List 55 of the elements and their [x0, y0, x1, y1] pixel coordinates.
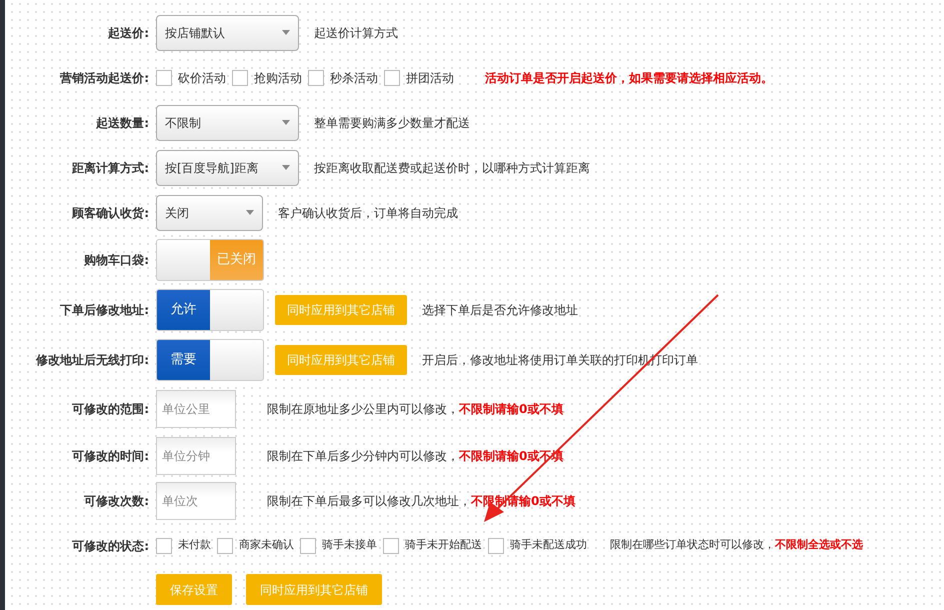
- checkbox[interactable]: [300, 538, 316, 554]
- checkbox-label[interactable]: 未付款: [178, 537, 211, 554]
- checkbox[interactable]: [308, 70, 324, 86]
- checkbox[interactable]: [156, 70, 172, 86]
- field-label: 可修改的范围:: [71, 401, 149, 418]
- input-field[interactable]: 单位公里: [156, 390, 236, 428]
- hint-text: 限制在原地址多少公里内可以修改，: [267, 401, 459, 418]
- hint-text: 限制在下单后最多可以修改几次地址，: [267, 492, 471, 510]
- checkbox-label[interactable]: 骑手未接单: [322, 537, 377, 554]
- checkbox[interactable]: [384, 70, 400, 86]
- field-label: 可修改的状态:: [71, 538, 149, 554]
- caret-icon: [282, 30, 290, 35]
- select-dropdown[interactable]: 关闭: [156, 194, 263, 230]
- input-field[interactable]: 单位分钟: [156, 436, 236, 474]
- select-dropdown[interactable]: 按店铺默认: [156, 14, 299, 50]
- hint-text: 客户确认收货后，订单将自动完成: [278, 204, 458, 222]
- select-dropdown[interactable]: 按[百度导航]距离: [156, 150, 299, 186]
- checkbox[interactable]: [232, 70, 248, 86]
- warning-text: 不限制全选或不选: [775, 537, 863, 554]
- checkbox[interactable]: [383, 538, 399, 554]
- warning-text: 活动订单是否开启起送价，如果需要请选择相应活动。: [485, 70, 773, 86]
- checkbox-label[interactable]: 砍价活动: [178, 68, 226, 86]
- hint-text: 起送价计算方式: [314, 24, 398, 42]
- toggle-switch[interactable]: 允许: [156, 289, 264, 331]
- hint-text: 选择下单后是否允许修改地址: [422, 302, 578, 319]
- input-field[interactable]: 单位次: [156, 482, 236, 520]
- field-label: 购物车口袋:: [82, 252, 149, 269]
- checkbox[interactable]: [488, 538, 504, 554]
- caret-icon: [282, 165, 290, 170]
- field-label: 距离计算方式:: [71, 160, 149, 176]
- checkbox-label[interactable]: 秒杀活动: [330, 68, 378, 86]
- checkbox-label[interactable]: 抢购活动: [254, 68, 302, 86]
- hint-text: 整单需要购满多少数量才配送: [314, 114, 470, 132]
- field-label: 起送价:: [107, 24, 149, 42]
- checkbox-label[interactable]: 拼团活动: [406, 68, 454, 86]
- checkbox-label[interactable]: 骑手未配送成功: [510, 537, 587, 554]
- hint-text: 限制在哪些订单状态时可以修改，: [610, 537, 775, 554]
- checkbox[interactable]: [217, 538, 233, 554]
- field-label: 顾客确认收货:: [70, 204, 149, 222]
- checkbox[interactable]: [156, 538, 172, 554]
- select-dropdown[interactable]: 不限制: [156, 104, 299, 140]
- hint-text: 限制在下单后多少分钟内可以修改，: [267, 448, 459, 464]
- hint-text: 按距离收取配送费或起送价时，以哪种方式计算距离: [314, 160, 590, 176]
- field-label: 下单后修改地址:: [59, 302, 149, 319]
- field-label: 营销活动起送价:: [59, 70, 149, 86]
- field-label: 修改地址后无线打印:: [34, 352, 149, 369]
- toggle-switch[interactable]: 需要: [156, 339, 264, 381]
- caret-icon: [282, 120, 290, 125]
- checkbox-label[interactable]: 商家未确认: [239, 537, 294, 554]
- field-label: 可修改次数:: [83, 492, 149, 510]
- field-label: 可修改的时间:: [71, 448, 149, 464]
- warning-text: 不限制请输0或不填: [459, 401, 564, 418]
- field-label: 起送数量:: [95, 114, 149, 132]
- caret-icon: [246, 210, 254, 215]
- checkbox-label[interactable]: 骑手未开始配送: [405, 537, 482, 554]
